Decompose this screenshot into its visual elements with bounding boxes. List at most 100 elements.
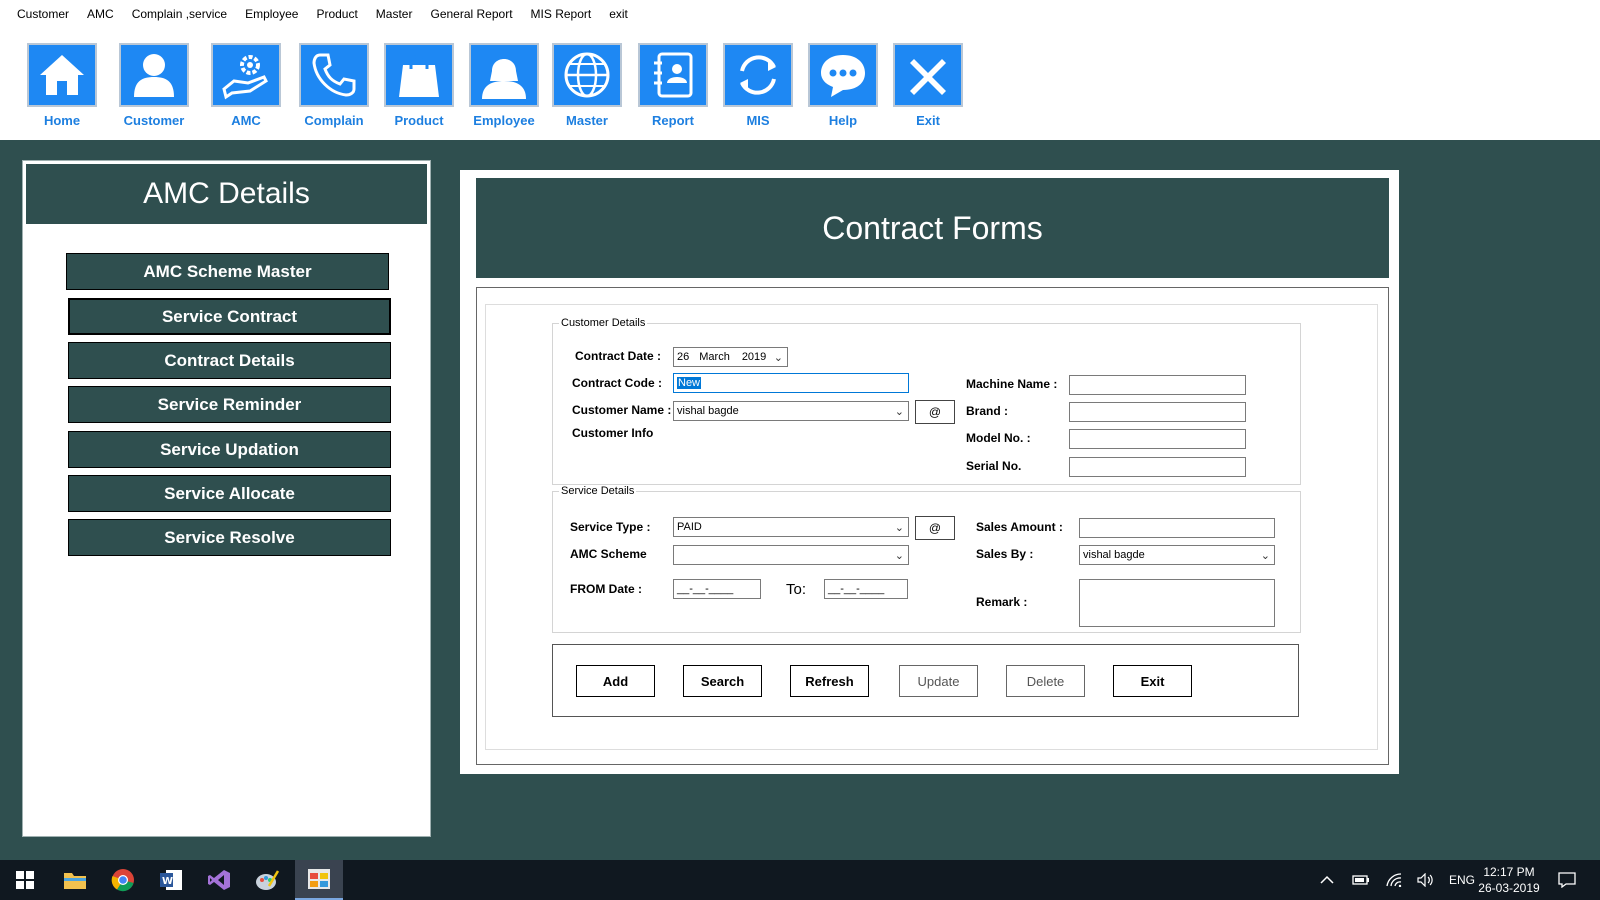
menu-complain-service[interactable]: Complain ,service	[123, 7, 236, 21]
menu-general-report[interactable]: General Report	[421, 7, 521, 21]
service-resolve-button[interactable]: Service Resolve	[68, 519, 391, 556]
customer-name-select[interactable]: vishal bagde ⌄	[673, 401, 909, 421]
system-clock[interactable]: 12:17 PM 26-03-2019	[1474, 860, 1544, 900]
machine-name-input[interactable]	[1069, 375, 1246, 395]
toolbar-exit-button[interactable]: Exit	[886, 43, 970, 128]
windows-start-icon[interactable]	[10, 865, 40, 895]
toolbar-label: Master	[566, 113, 608, 128]
model-no-input[interactable]	[1069, 429, 1246, 449]
person-icon	[134, 54, 174, 97]
form-title: Contract Forms	[476, 178, 1389, 278]
amc-scheme-select[interactable]: ⌄	[673, 545, 909, 565]
update-button[interactable]: Update	[899, 665, 978, 697]
chat-bubble-icon	[821, 55, 865, 97]
date-year: 2019	[741, 351, 767, 363]
customer-lookup-button[interactable]: @	[915, 400, 955, 424]
toolbar-customer-button[interactable]: Customer	[112, 43, 196, 128]
phone-icon	[312, 53, 356, 97]
contract-forms-body: Contract Forms Customer Details Contract…	[460, 170, 1399, 774]
sales-by-label: Sales By :	[976, 547, 1034, 561]
contact-book-icon	[654, 52, 693, 98]
menu-customer[interactable]: Customer	[0, 7, 78, 21]
toolbar-label: Report	[652, 113, 694, 128]
add-button[interactable]: Add	[576, 665, 655, 697]
form-inner: Customer Details Contract Date : 26 Marc…	[485, 304, 1378, 750]
taskbar: W ENG 12:17 PM 26-03-2019	[0, 860, 1600, 900]
toolbar-amc-button[interactable]: AMC	[204, 43, 288, 128]
date-day: 26	[677, 351, 690, 363]
delete-button[interactable]: Delete	[1006, 665, 1085, 697]
to-date-input[interactable]: __-__-____	[824, 579, 908, 599]
menu-product[interactable]: Product	[307, 7, 366, 21]
remark-textarea[interactable]	[1079, 579, 1275, 627]
serial-no-input[interactable]	[1069, 457, 1246, 477]
wifi-icon[interactable]	[1386, 860, 1402, 900]
sales-amount-input[interactable]	[1079, 518, 1275, 538]
service-contract-button[interactable]: Service Contract	[68, 298, 391, 335]
toolbar-report-button[interactable]: Report	[631, 43, 715, 128]
amc-scheme-master-button[interactable]: AMC Scheme Master	[66, 253, 389, 290]
amc-details-panel: AMC Details AMC Scheme Master Service Co…	[22, 160, 431, 837]
machine-name-label: Machine Name :	[966, 377, 1058, 391]
toolbar-label: Exit	[916, 113, 940, 128]
show-hidden-icons-icon[interactable]	[1320, 860, 1334, 900]
chevron-down-icon: ⌄	[894, 550, 904, 562]
menu-employee[interactable]: Employee	[236, 7, 307, 21]
clock-time: 12:17 PM	[1483, 865, 1535, 879]
toolbar-help-button[interactable]: Help	[801, 43, 885, 128]
brand-input[interactable]	[1069, 402, 1246, 422]
contract-date-picker[interactable]: 26 March 2019 ⌄	[673, 347, 788, 367]
paint-icon[interactable]	[252, 865, 282, 895]
contract-details-button[interactable]: Contract Details	[68, 342, 391, 379]
word-icon[interactable]: W	[156, 865, 186, 895]
from-date-input[interactable]: __-__-____	[673, 579, 761, 599]
chrome-icon[interactable]	[108, 865, 138, 895]
toolbar-employee-button[interactable]: Employee	[462, 43, 546, 128]
model-no-label: Model No. :	[966, 431, 1031, 445]
notifications-icon[interactable]	[1558, 860, 1576, 900]
language-indicator[interactable]: ENG	[1449, 860, 1475, 900]
app-window-icon	[307, 868, 331, 895]
menu-mis-report[interactable]: MIS Report	[522, 7, 601, 21]
menu-amc[interactable]: AMC	[78, 7, 123, 21]
service-updation-button[interactable]: Service Updation	[68, 431, 391, 468]
toolbar-mis-button[interactable]: MIS	[716, 43, 800, 128]
file-explorer-icon[interactable]	[60, 865, 90, 895]
close-icon	[910, 59, 946, 95]
sales-amount-label: Sales Amount :	[976, 520, 1063, 534]
exit-button[interactable]: Exit	[1113, 665, 1192, 697]
toolbar-label: Complain	[304, 113, 364, 128]
toolbar-label: Product	[394, 113, 444, 128]
toolbar-product-button[interactable]: Product	[377, 43, 461, 128]
toolbar-home-button[interactable]: Home	[20, 43, 104, 128]
contract-code-input[interactable]: New	[673, 373, 909, 393]
toolbar-label: Customer	[123, 113, 185, 128]
toolbar-complain-button[interactable]: Complain	[292, 43, 376, 128]
toolbar-label: Home	[43, 113, 81, 128]
menu-bar: Customer AMC Complain ,service Employee …	[0, 0, 1600, 27]
service-type-select[interactable]: PAID ⌄	[673, 517, 909, 537]
toolbar-master-button[interactable]: Master	[545, 43, 629, 128]
volume-icon[interactable]	[1417, 860, 1435, 900]
action-buttons-group: Add Search Refresh Update Delete Exit	[552, 644, 1299, 717]
menu-exit[interactable]: exit	[600, 7, 637, 21]
menu-master[interactable]: Master	[367, 7, 422, 21]
customer-name-value: vishal bagde	[677, 405, 739, 417]
refresh-button[interactable]: Refresh	[790, 665, 869, 697]
service-allocate-button[interactable]: Service Allocate	[68, 475, 391, 512]
search-button[interactable]: Search	[683, 665, 762, 697]
active-app-indicator[interactable]	[295, 860, 343, 900]
visual-studio-icon[interactable]	[204, 865, 234, 895]
contract-code-value: New	[677, 377, 702, 389]
remark-label: Remark :	[976, 595, 1028, 609]
service-reminder-button[interactable]: Service Reminder	[68, 386, 391, 423]
globe-icon	[564, 52, 610, 98]
svg-text:W: W	[162, 876, 173, 887]
group-legend: Service Details	[561, 485, 635, 497]
sales-by-select[interactable]: vishal bagde ⌄	[1079, 545, 1275, 565]
battery-icon[interactable]	[1352, 860, 1370, 900]
contract-date-label: Contract Date :	[575, 349, 662, 363]
customer-name-label: Customer Name :	[572, 403, 672, 417]
service-lookup-button[interactable]: @	[915, 516, 955, 540]
serial-no-label: Serial No.	[966, 459, 1022, 473]
